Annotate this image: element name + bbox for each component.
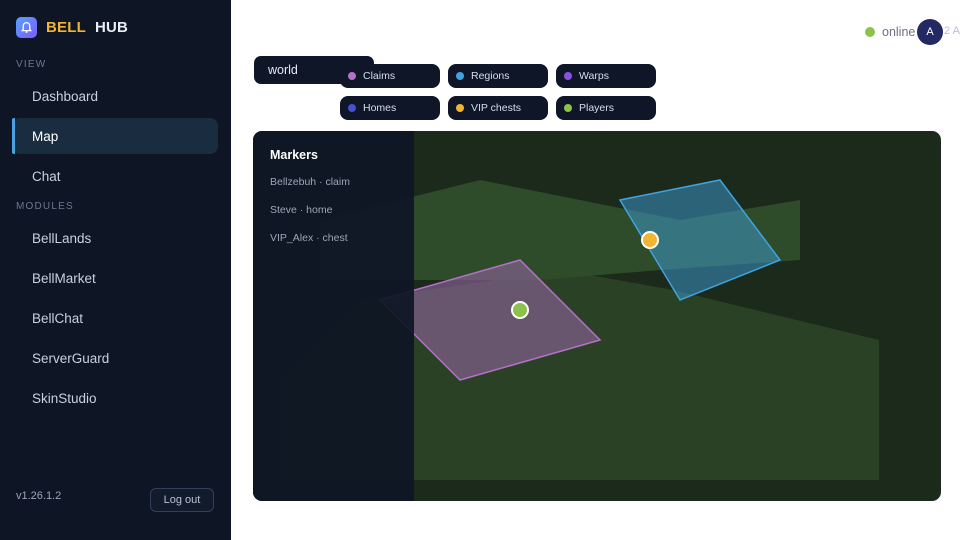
regions-dot-icon xyxy=(456,72,464,80)
layer-chip-label: VIP chests xyxy=(471,102,521,114)
version-label: v1.26.1.2 xyxy=(16,490,62,502)
logout-button[interactable]: Log out xyxy=(150,488,214,512)
brand[interactable]: BELL HUB xyxy=(16,17,128,38)
layer-chip-players[interactable]: Players xyxy=(556,96,656,120)
markers-panel: Markers Bellzebuh · claim Steve · home V… xyxy=(253,131,414,501)
homes-dot-icon xyxy=(348,104,356,112)
nav-item-map[interactable]: Map xyxy=(12,118,218,154)
marker-item[interactable]: Steve · home xyxy=(270,204,332,216)
avatar[interactable]: A xyxy=(917,19,943,45)
user-label[interactable]: 2 Ac xyxy=(944,25,960,37)
nav-item-chat[interactable]: Chat xyxy=(12,158,218,194)
status-text: online xyxy=(882,25,916,39)
player-marker-icon[interactable] xyxy=(511,301,529,319)
status-dot-icon xyxy=(865,27,875,37)
nav-item-dashboard[interactable]: Dashboard xyxy=(12,78,218,114)
brand-name-hub: HUB xyxy=(94,19,129,36)
chest-marker-icon[interactable] xyxy=(641,231,659,249)
vip-chests-dot-icon xyxy=(456,104,464,112)
sidebar: BELL HUB VIEW Dashboard Map Chat MODULES… xyxy=(0,0,231,540)
layer-chip-warps[interactable]: Warps xyxy=(556,64,656,88)
layer-chip-label: Regions xyxy=(471,70,510,82)
layer-chip-label: Players xyxy=(579,102,615,114)
nav-item-bellchat[interactable]: BellChat xyxy=(12,300,218,336)
nav-item-skinstudio[interactable]: SkinStudio xyxy=(12,380,218,416)
section-title-view: VIEW xyxy=(16,59,47,70)
layer-chip-claims[interactable]: Claims xyxy=(340,64,440,88)
layer-chip-label: Warps xyxy=(579,70,609,82)
warps-dot-icon xyxy=(564,72,572,80)
layer-chip-vip-chests[interactable]: VIP chests xyxy=(448,96,548,120)
layer-chip-regions[interactable]: Regions xyxy=(448,64,548,88)
layer-chip-homes[interactable]: Homes xyxy=(340,96,440,120)
nav-item-serverguard[interactable]: ServerGuard xyxy=(12,340,218,376)
layer-chip-label: Claims xyxy=(363,70,396,82)
players-dot-icon xyxy=(564,104,572,112)
map-view[interactable]: Markers Bellzebuh · claim Steve · home V… xyxy=(253,131,941,501)
claims-dot-icon xyxy=(348,72,356,80)
section-title-modules: MODULES xyxy=(16,201,74,212)
nav-item-bellmarket[interactable]: BellMarket xyxy=(12,260,218,296)
brand-name-bell: BELL xyxy=(46,19,86,36)
marker-item[interactable]: VIP_Alex · chest xyxy=(270,232,348,244)
markers-title: Markers xyxy=(270,148,318,162)
nav-item-belllands[interactable]: BellLands xyxy=(12,220,218,256)
bell-icon xyxy=(16,17,37,38)
layer-chip-label: Homes xyxy=(363,102,397,114)
marker-item[interactable]: Bellzebuh · claim xyxy=(270,176,350,188)
